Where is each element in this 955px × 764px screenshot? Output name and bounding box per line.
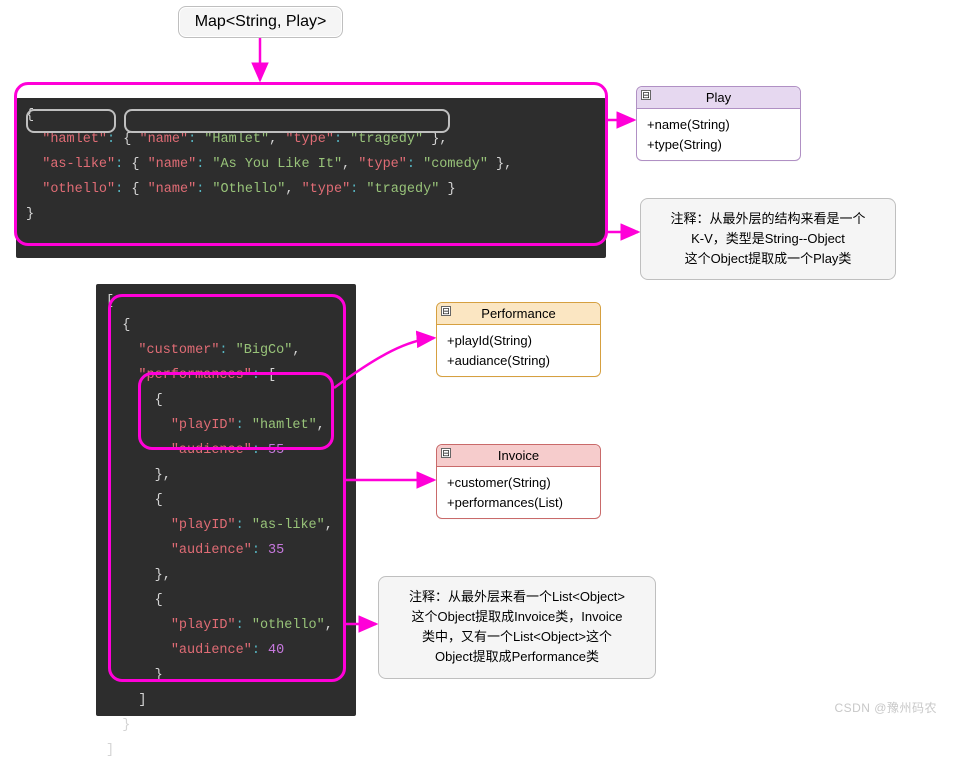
- class-performance-member: +playId(String): [447, 331, 590, 351]
- class-play-member: +type(String): [647, 135, 790, 155]
- map-type-box: Map<String, Play>: [178, 6, 343, 38]
- watermark: CSDN @豫州码农: [834, 699, 937, 716]
- class-performance-member: +audiance(String): [447, 351, 590, 371]
- class-performance: ⊟ Performance +playId(String) +audiance(S…: [436, 302, 601, 377]
- collapse-icon: ⊟: [441, 448, 451, 458]
- class-play-title: Play: [706, 90, 731, 105]
- collapse-icon: ⊟: [641, 90, 651, 100]
- invoice-json-code: [ { "customer": "BigCo", "performances":…: [96, 284, 356, 716]
- map-type-label: Map<String, Play>: [195, 13, 327, 31]
- note-play-extraction: 注释：从最外层的结构来看是一个 K-V，类型是String--Object 这个…: [640, 198, 896, 280]
- class-performance-title: Performance: [481, 306, 555, 321]
- plays-json-code: { "hamlet": { "name": "Hamlet", "type": …: [16, 98, 606, 258]
- class-invoice-member: +customer(String): [447, 473, 590, 493]
- class-invoice: ⊟ Invoice +customer(String) +performances…: [436, 444, 601, 519]
- collapse-icon: ⊟: [441, 306, 451, 316]
- class-invoice-title: Invoice: [498, 448, 539, 463]
- class-invoice-member: +performances(List): [447, 493, 590, 513]
- class-play-member: +name(String): [647, 115, 790, 135]
- note-invoice-extraction: 注释：从最外层来看一个List<Object> 这个Object提取成Invoi…: [378, 576, 656, 679]
- class-play: ⊟ Play +name(String) +type(String): [636, 86, 801, 161]
